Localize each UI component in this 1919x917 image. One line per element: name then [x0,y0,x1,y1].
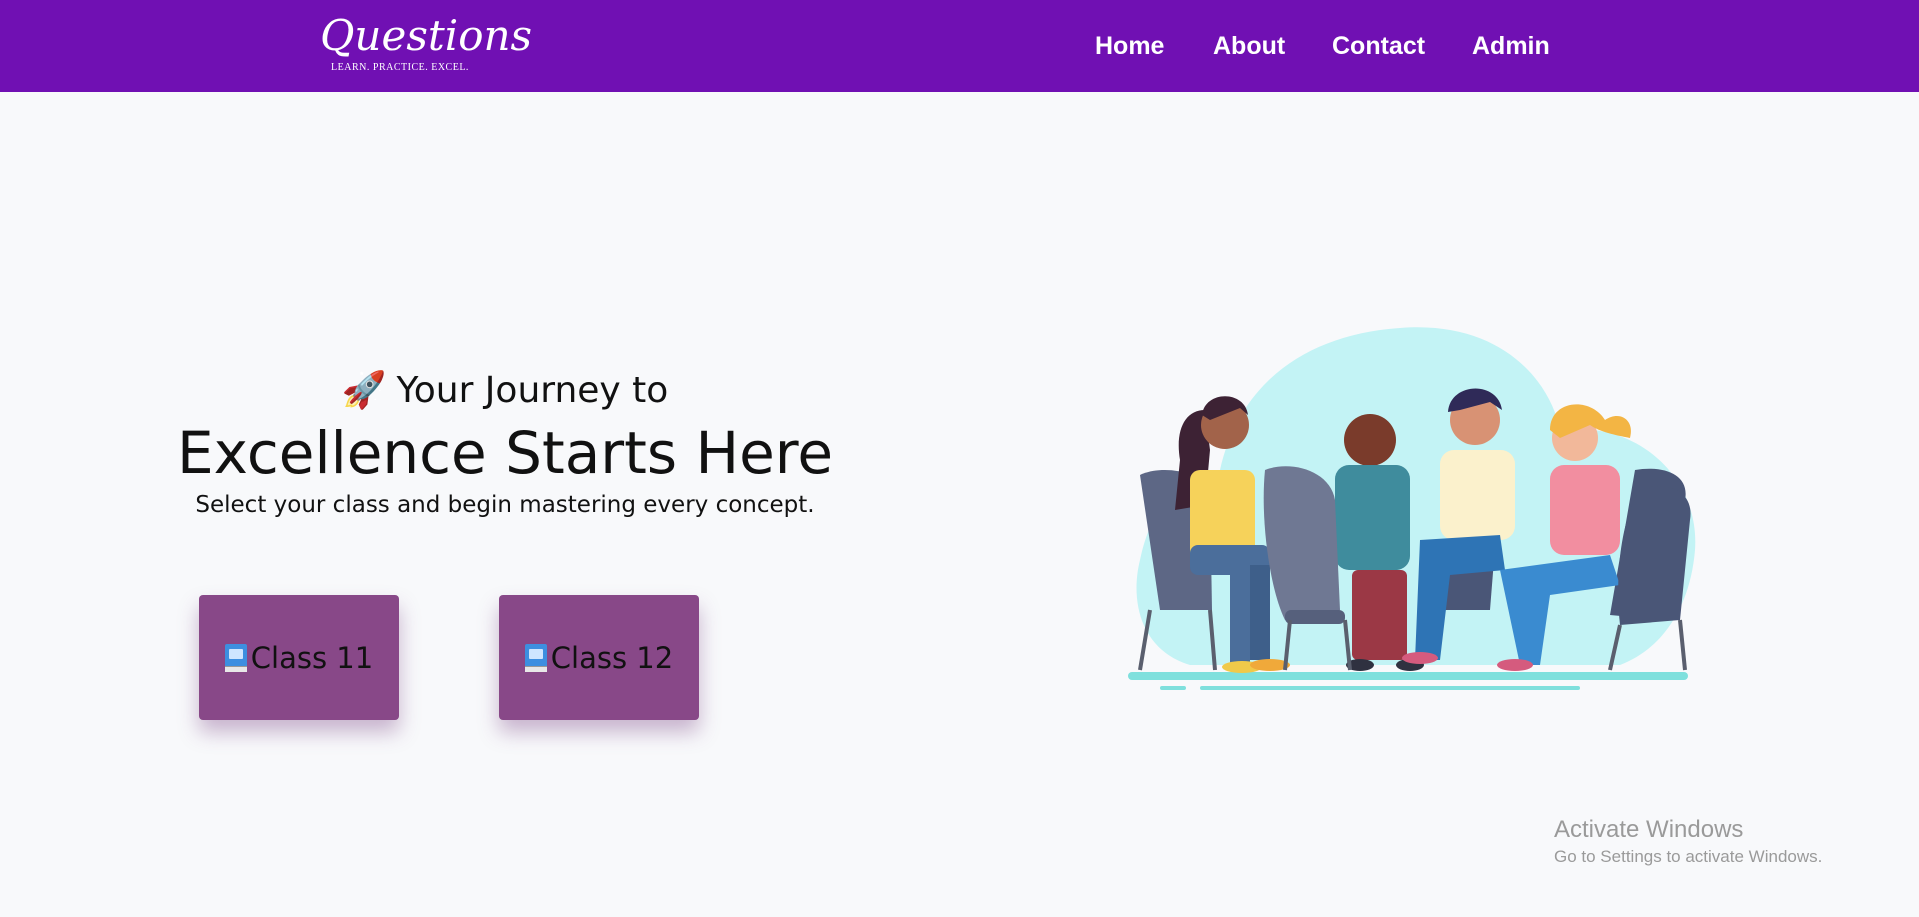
rocket-icon: 🚀 [341,370,387,411]
nav-home-link[interactable]: Home [1095,28,1164,64]
hero-text: 🚀 Your Journey to Excellence Starts Here … [150,365,860,521]
watermark-subtitle: Go to Settings to activate Windows. [1554,847,1823,866]
nav-admin-link[interactable]: Admin [1472,28,1550,64]
brand-name: Questions [320,11,533,60]
class-11-button[interactable]: Class 11 [199,595,399,720]
class-11-label: Class 11 [250,640,374,675]
brand-tagline: LEARN. PRACTICE. EXCEL. [331,62,469,73]
book-icon [224,643,247,672]
brand-logo[interactable]: Questions LEARN. PRACTICE. EXCEL. [320,10,533,80]
windows-activation-watermark: Activate Windows Go to Settings to activ… [1554,815,1822,869]
hero-line1-text: Your Journey to [396,370,669,411]
navbar: Questions LEARN. PRACTICE. EXCEL. Home A… [0,0,1919,92]
hero-subtitle: Select your class and begin mastering ev… [195,492,815,518]
watermark-title: Activate Windows [1554,816,1744,843]
class-12-button[interactable]: Class 12 [499,595,699,720]
nav-contact-link[interactable]: Contact [1332,28,1425,64]
book-icon [524,643,547,672]
group-discussion-illustration [1128,327,1696,690]
class-12-label: Class 12 [550,640,674,675]
hero-title: Excellence Starts Here [176,419,834,487]
hero-line1: 🚀 Your Journey to [150,365,860,417]
nav-about-link[interactable]: About [1213,28,1285,64]
